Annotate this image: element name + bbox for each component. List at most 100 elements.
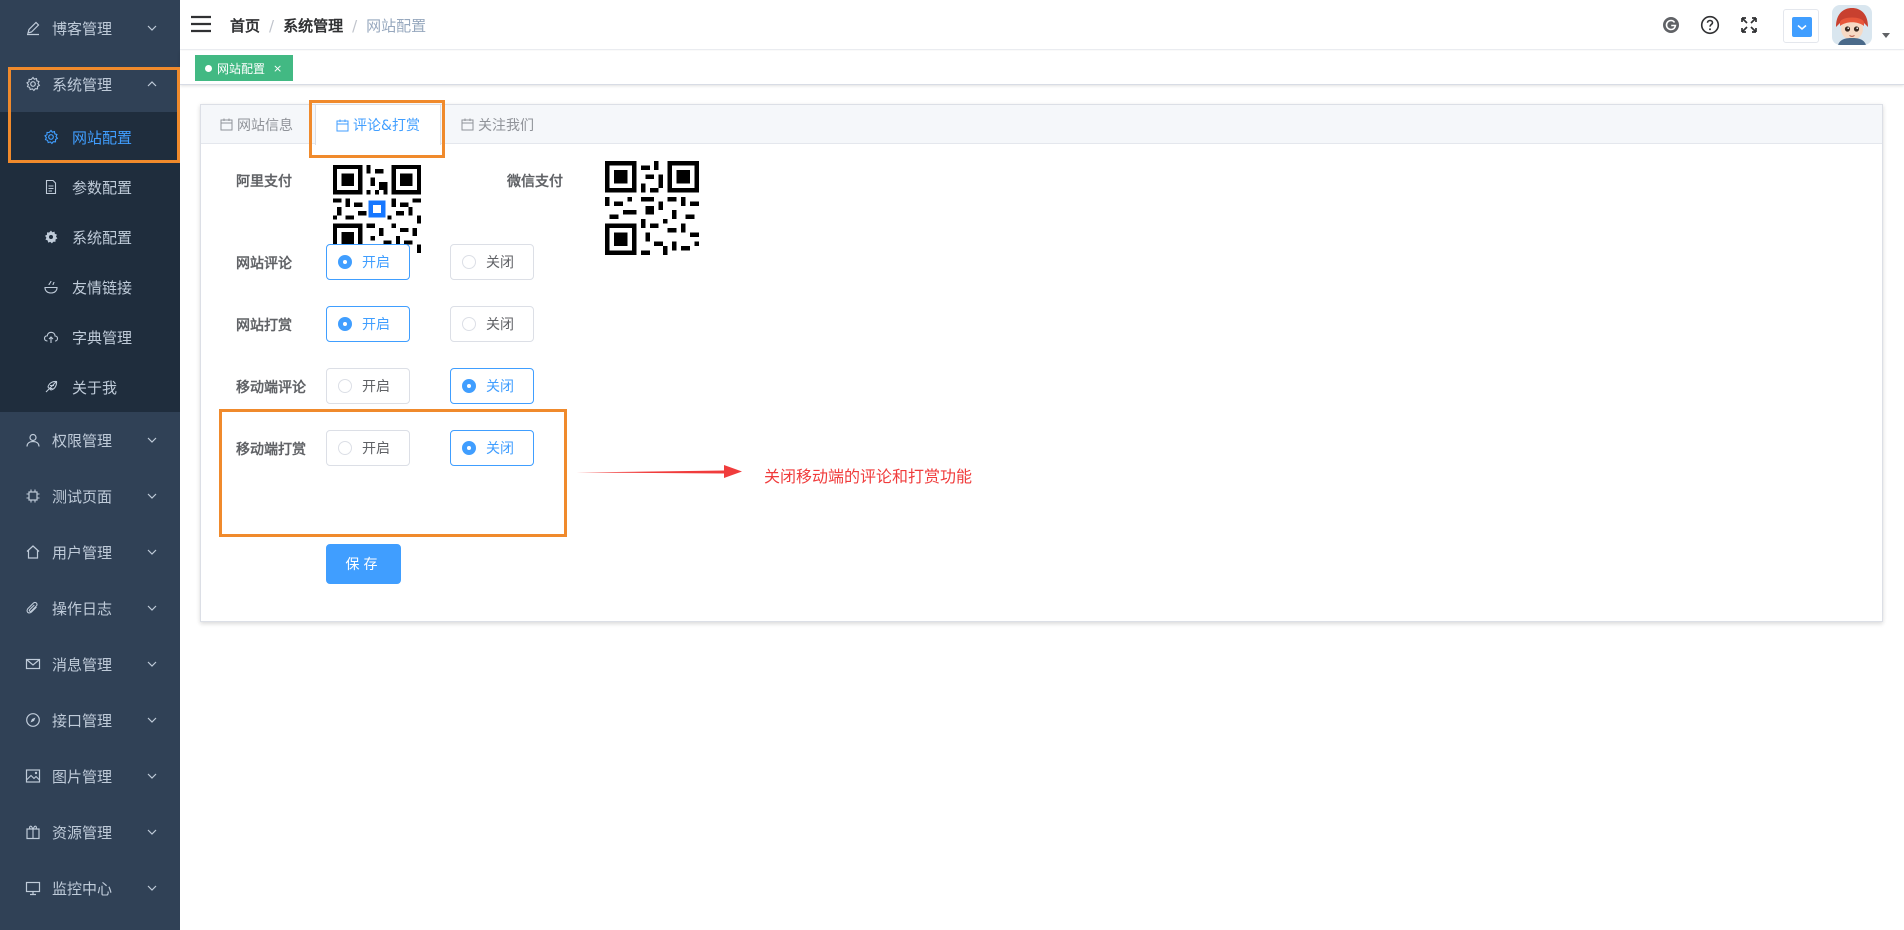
sidebar-item-monitor[interactable]: 监控中心 — [0, 860, 180, 916]
sidebar-item-messages[interactable]: 消息管理 — [0, 636, 180, 692]
radio-unchecked-icon — [462, 317, 476, 331]
chevron-down-icon — [146, 714, 158, 726]
sidebar-item-api[interactable]: 接口管理 — [0, 692, 180, 748]
tags-view: 网站配置 × — [180, 51, 1904, 85]
mobile-reward-off-radio[interactable]: 关闭 — [450, 430, 534, 466]
save-button[interactable]: 保存 — [326, 544, 401, 584]
question-icon[interactable] — [1700, 15, 1720, 35]
submenu-item-label: 字典管理 — [72, 328, 133, 347]
sidebar-item-label: 接口管理 — [52, 711, 113, 730]
radio-label: 关闭 — [486, 441, 514, 457]
radio-label: 关闭 — [486, 379, 514, 395]
submenu-item-about[interactable]: 关于我 — [0, 362, 180, 412]
chevron-down-icon — [146, 546, 158, 558]
annotation-text: 关闭移动端的评论和打赏功能 — [764, 467, 973, 486]
sidebar-item-users[interactable]: 用户管理 — [0, 524, 180, 580]
sidebar-item-blog[interactable]: 博客管理 — [0, 0, 180, 56]
cloud-upload-icon — [42, 328, 60, 346]
submenu-item-label: 系统配置 — [72, 228, 133, 247]
chevron-down-icon — [1792, 17, 1812, 37]
picture-icon — [24, 767, 42, 785]
sidebar-item-label: 权限管理 — [52, 431, 113, 450]
wechat-qr-code — [605, 161, 699, 255]
breadcrumb-separator: / — [269, 16, 275, 35]
sidebar-item-test-page[interactable]: 测试页面 — [0, 468, 180, 524]
tab-bar: 网站信息 评论&打赏 关注我们 — [201, 105, 1882, 145]
sidebar-item-label: 资源管理 — [52, 823, 113, 842]
top-navbar: 首页 / 系统管理 / 网站配置 — [180, 0, 1904, 50]
tab-label: 网站信息 — [237, 117, 293, 134]
chevron-up-icon — [146, 78, 158, 90]
chevron-down-icon — [146, 882, 158, 894]
sidebar: 博客管理 系统管理 网站配置 参数配置 系统配置 友情链接 字典管理 关于我 权… — [0, 0, 180, 930]
home-icon — [24, 543, 42, 561]
document-icon — [42, 178, 60, 196]
site-comment-label: 网站评论 — [236, 256, 292, 272]
caret-down-icon[interactable] — [1882, 33, 1890, 38]
chevron-down-icon — [146, 434, 158, 446]
sidebar-item-permission[interactable]: 权限管理 — [0, 412, 180, 468]
calendar-icon — [461, 118, 474, 131]
github-icon[interactable] — [1661, 15, 1681, 35]
chevron-down-icon — [146, 602, 158, 614]
tab-site-info[interactable]: 网站信息 — [220, 105, 293, 144]
radio-label: 关闭 — [486, 255, 514, 271]
tab-label: 评论&打赏 — [353, 118, 420, 134]
sidebar-item-system[interactable]: 系统管理 — [0, 56, 180, 112]
tab-follow-us[interactable]: 关注我们 — [461, 105, 534, 144]
site-reward-label: 网站打赏 — [236, 318, 292, 334]
user-icon — [24, 431, 42, 449]
radio-label: 开启 — [362, 441, 390, 457]
sidebar-item-label: 图片管理 — [52, 767, 113, 786]
chevron-down-icon — [146, 826, 158, 838]
submenu-item-params[interactable]: 参数配置 — [0, 162, 180, 212]
site-comment-on-radio[interactable]: 开启 — [326, 244, 410, 280]
alipay-label: 阿里支付 — [236, 174, 292, 190]
radio-checked-icon — [338, 255, 352, 269]
gear-solid-icon — [42, 228, 60, 246]
mail-icon — [24, 655, 42, 673]
calendar-icon — [220, 118, 233, 131]
fullscreen-icon[interactable] — [1739, 15, 1759, 35]
monitor-icon — [24, 879, 42, 897]
tab-comment-reward[interactable]: 评论&打赏 — [315, 105, 441, 145]
feather-icon — [42, 378, 60, 396]
radio-unchecked-icon — [338, 379, 352, 393]
sidebar-item-label: 测试页面 — [52, 487, 113, 506]
size-select-dropdown[interactable] — [1783, 9, 1819, 43]
submenu-item-sys-config[interactable]: 系统配置 — [0, 212, 180, 262]
mobile-comment-on-radio[interactable]: 开启 — [326, 368, 410, 404]
gear-outline-icon — [24, 75, 42, 93]
submenu-item-dict[interactable]: 字典管理 — [0, 312, 180, 362]
sidebar-item-label: 博客管理 — [52, 19, 113, 38]
box-icon — [24, 823, 42, 841]
sidebar-item-label: 系统管理 — [52, 75, 113, 94]
sidebar-item-label: 操作日志 — [52, 599, 113, 618]
tab-label: 关注我们 — [478, 117, 534, 134]
breadcrumb-home[interactable]: 首页 — [230, 15, 260, 36]
mobile-reward-on-radio[interactable]: 开启 — [326, 430, 410, 466]
avatar[interactable] — [1832, 5, 1872, 45]
gear-outline-icon — [42, 128, 60, 146]
breadcrumb-system[interactable]: 系统管理 — [283, 15, 343, 36]
radio-checked-icon — [462, 441, 476, 455]
alipay-qr-code — [333, 165, 421, 253]
sidebar-item-resources[interactable]: 资源管理 — [0, 804, 180, 860]
submenu-item-label: 友情链接 — [72, 278, 133, 297]
radio-label: 关闭 — [486, 317, 514, 333]
hamburger-icon[interactable] — [190, 14, 212, 34]
mobile-comment-off-radio[interactable]: 关闭 — [450, 368, 534, 404]
close-icon[interactable]: × — [273, 62, 282, 75]
paperclip-icon — [24, 599, 42, 617]
tag-site-config[interactable]: 网站配置 × — [195, 55, 294, 81]
sidebar-item-logs[interactable]: 操作日志 — [0, 580, 180, 636]
submenu-item-links[interactable]: 友情链接 — [0, 262, 180, 312]
radio-unchecked-icon — [462, 255, 476, 269]
site-reward-off-radio[interactable]: 关闭 — [450, 306, 534, 342]
submenu-item-site-config[interactable]: 网站配置 — [0, 112, 180, 162]
sidebar-item-images[interactable]: 图片管理 — [0, 748, 180, 804]
site-reward-on-radio[interactable]: 开启 — [326, 306, 410, 342]
submenu-item-label: 网站配置 — [72, 128, 133, 147]
sidebar-item-label: 监控中心 — [52, 879, 113, 898]
site-comment-off-radio[interactable]: 关闭 — [450, 244, 534, 280]
